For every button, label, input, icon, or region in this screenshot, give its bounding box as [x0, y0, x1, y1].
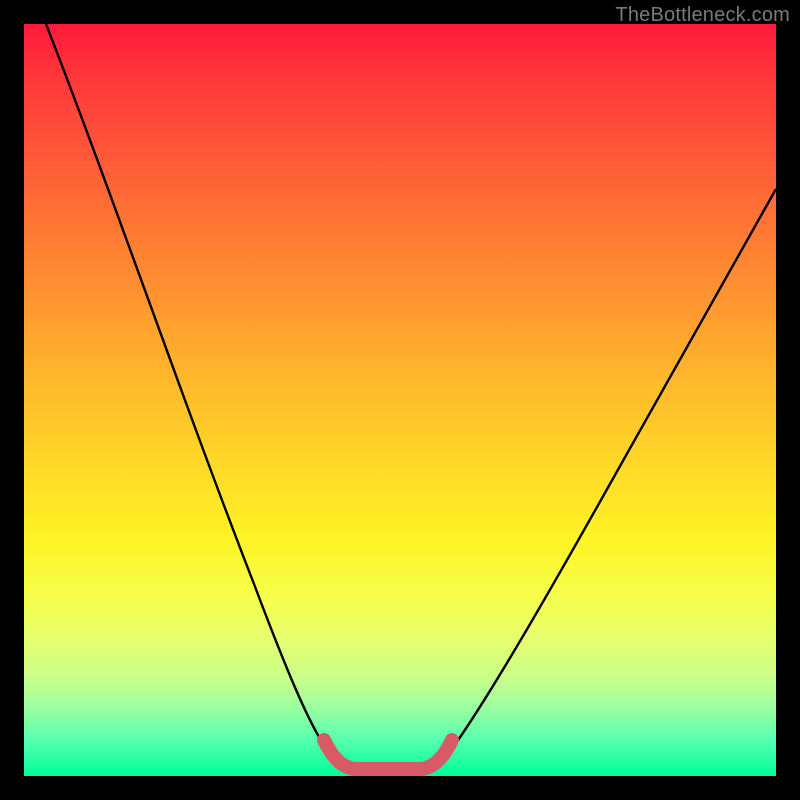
- trough-marker: [324, 740, 452, 769]
- bottleneck-chart: [24, 24, 776, 776]
- gradient-plot-area: [24, 24, 776, 776]
- bottleneck-curve-line: [46, 24, 776, 772]
- outer-frame: TheBottleneck.com: [0, 0, 800, 800]
